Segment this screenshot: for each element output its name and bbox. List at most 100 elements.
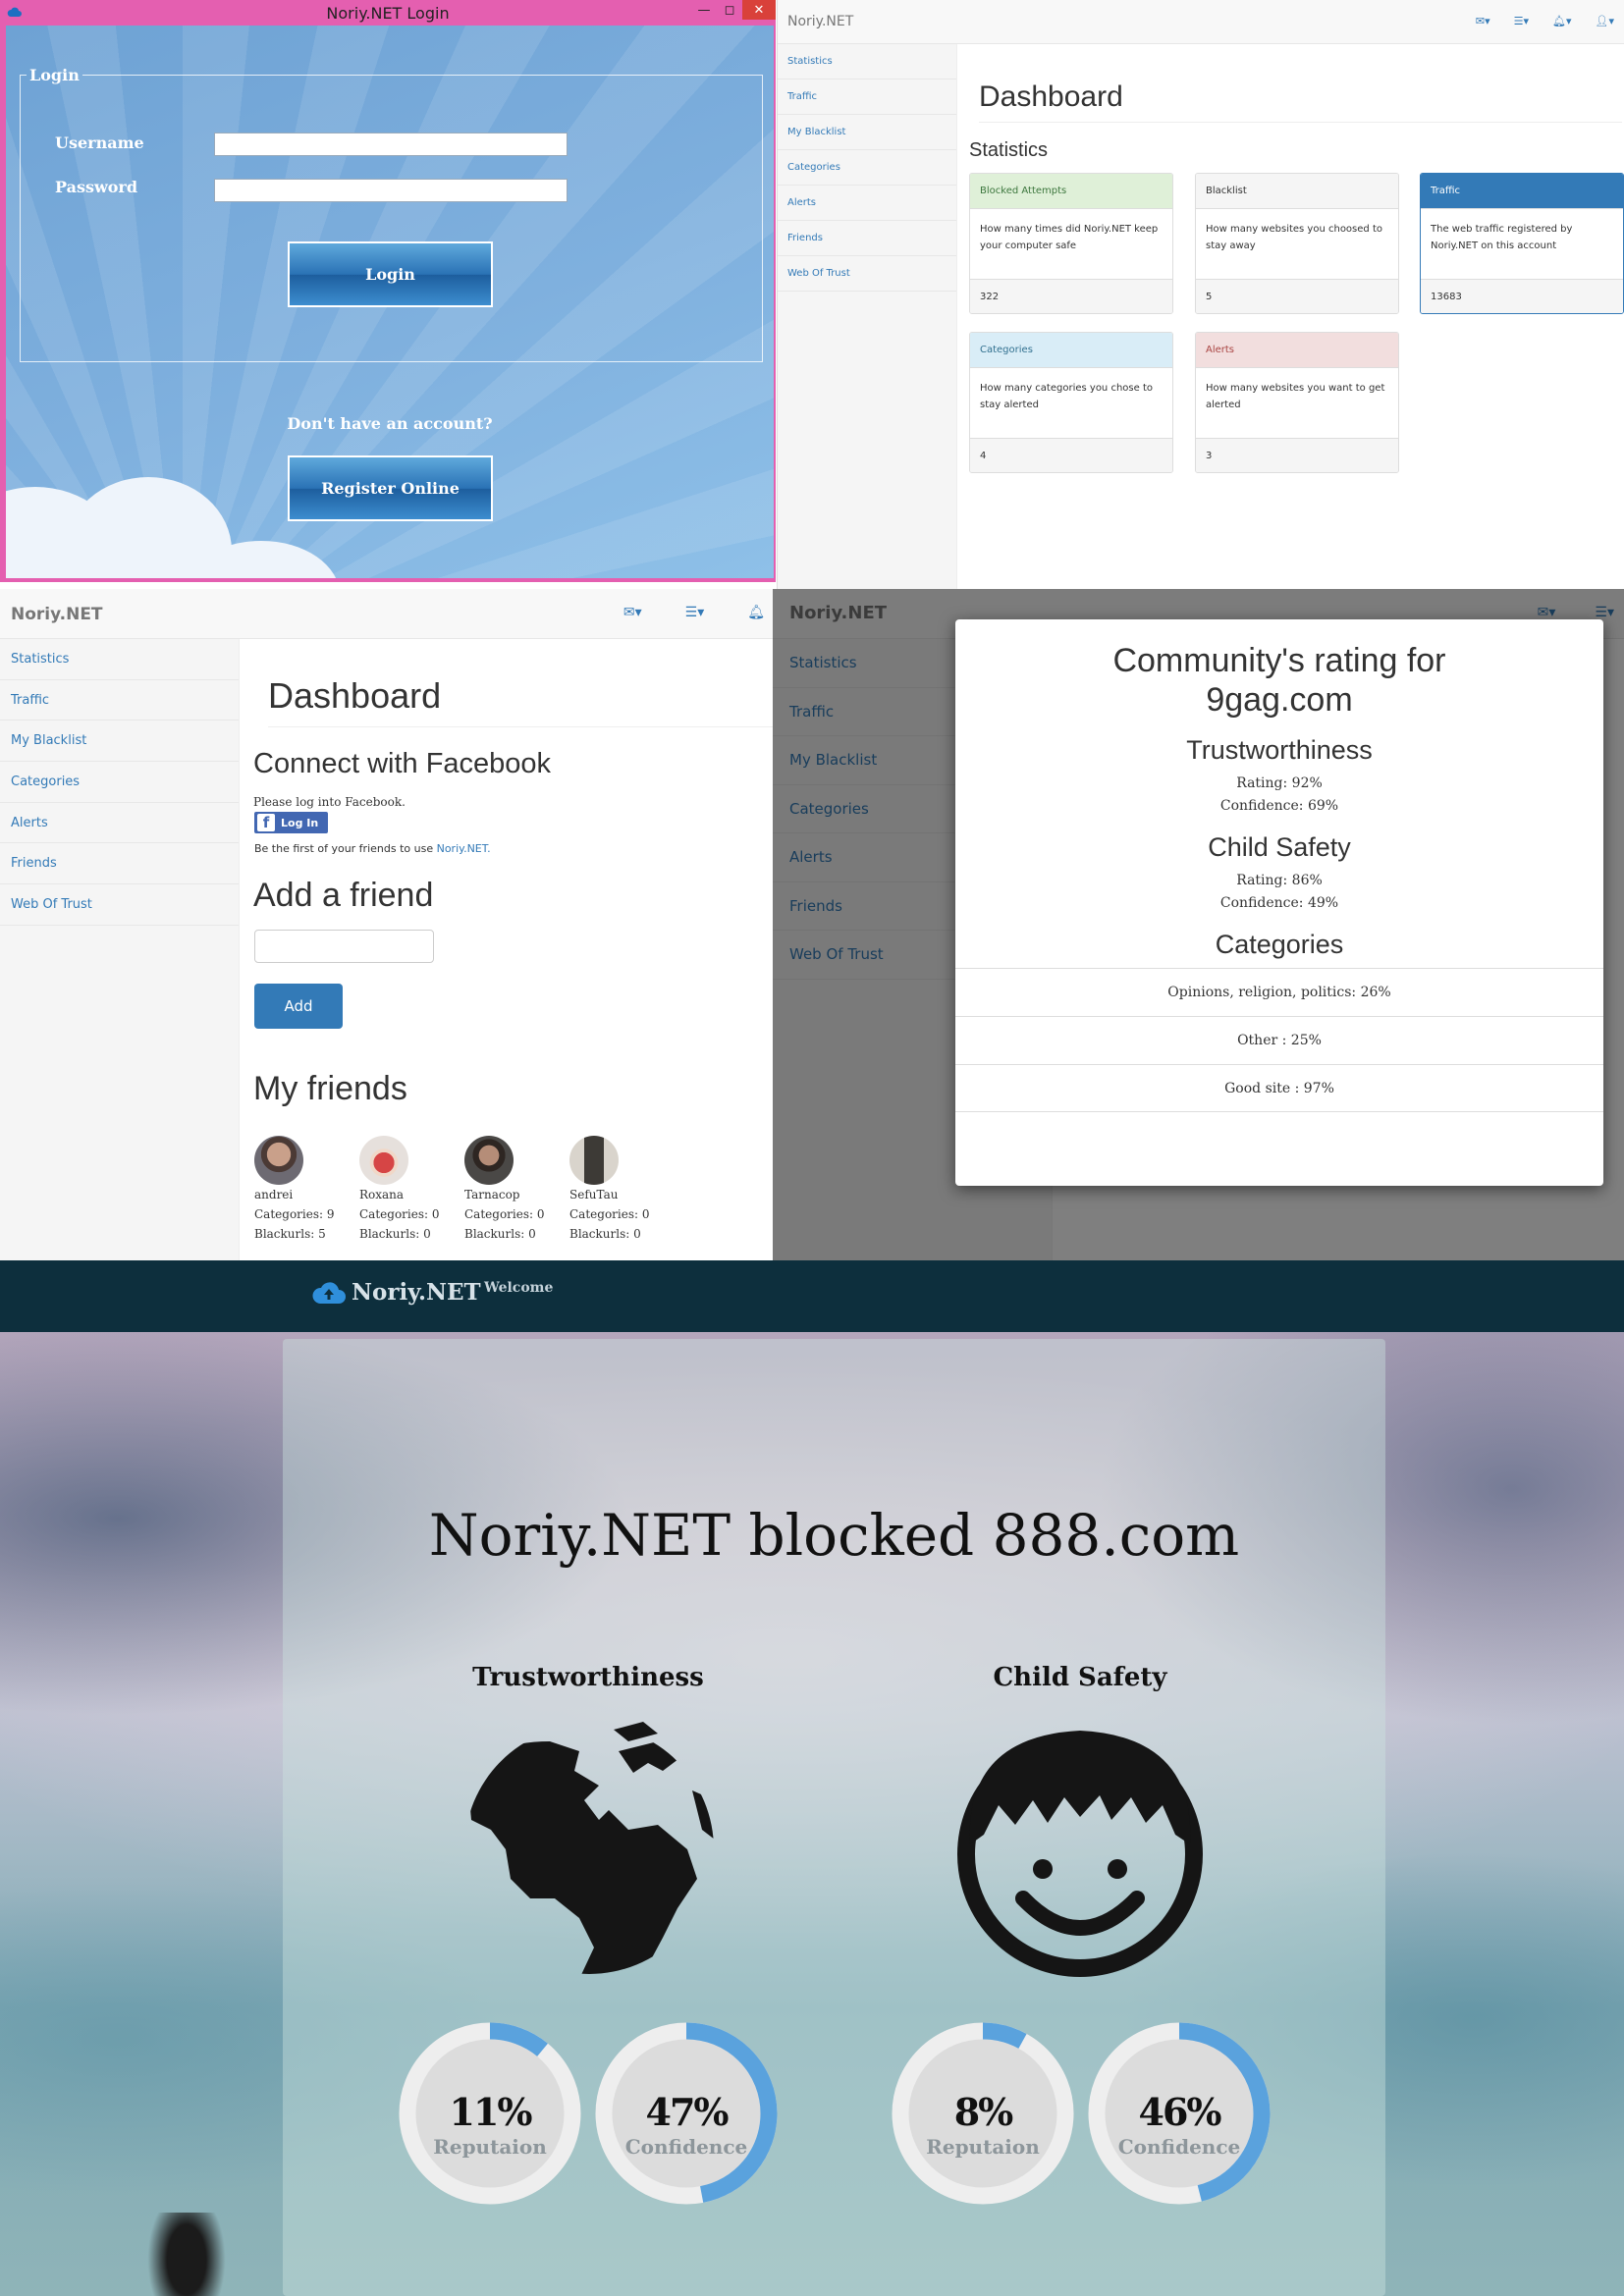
modal-title-domain: 9gag.com: [1206, 681, 1353, 719]
divider: [268, 726, 773, 727]
password-input[interactable]: [214, 179, 568, 202]
facebook-prompt: Please log into Facebook.: [253, 795, 406, 809]
friend-name: Tarnacop: [464, 1188, 520, 1201]
sidebar-item-categories[interactable]: Categories: [0, 762, 239, 803]
envelope-icon[interactable]: ✉▾: [1476, 15, 1490, 27]
navbar: Noriy.NET ✉▾ ☰▾ 🔔︎▾ 👤︎▾: [778, 0, 1624, 44]
friend-card[interactable]: andrei Categories: 9 Blackurls: 5: [254, 1136, 352, 1244]
close-button[interactable]: ✕: [742, 0, 776, 20]
stat-panel-body: The web traffic registered by Noriy.NET …: [1431, 224, 1573, 251]
register-online-button[interactable]: Register Online: [288, 455, 493, 521]
sidebar: Statistics Traffic My Blacklist Categori…: [0, 639, 240, 1260]
maximize-button[interactable]: ◻: [717, 0, 742, 20]
minimize-button[interactable]: —: [691, 0, 717, 20]
child-safety-heading: Child Safety: [1208, 832, 1351, 862]
logo[interactable]: Noriy.NET: [312, 1279, 481, 1306]
tasks-icon[interactable]: ☰▾: [685, 605, 705, 620]
stat-panel-body: How many websites you choosed to stay aw…: [1206, 224, 1382, 251]
gauge-label: Confidence: [624, 2135, 748, 2159]
sidebar-item-statistics[interactable]: Statistics: [778, 44, 956, 80]
nav-welcome[interactable]: Welcome: [484, 1280, 553, 1296]
brand[interactable]: Noriy.NET: [787, 14, 853, 29]
divider: [979, 122, 1622, 123]
stat-panel-value: 5: [1196, 279, 1398, 313]
avatar: [569, 1136, 619, 1185]
bell-icon[interactable]: 🔔︎: [747, 605, 765, 620]
gauge-label: Reputaion: [926, 2135, 1040, 2159]
first-friends-text: Be the first of your friends to use Nori…: [254, 842, 491, 855]
friend-categories: Categories: 9: [254, 1207, 335, 1221]
blocked-headline: Noriy.NET blocked 888.com: [428, 1502, 1240, 1569]
first-friends-label: Be the first of your friends to use: [254, 842, 434, 855]
facebook-icon: f: [257, 814, 275, 831]
stat-panel-body: How many categories you chose to stay al…: [980, 383, 1153, 410]
trustworthiness-title: Trustworthiness: [472, 1663, 704, 1692]
friend-categories: Categories: 0: [464, 1207, 545, 1221]
gauge-child-reputation: 8% Reputaion: [892, 2002, 1074, 2225]
categories-heading: Categories: [1215, 930, 1344, 959]
user-icon[interactable]: 👤︎▾: [1596, 15, 1615, 27]
gauge-value: 8%: [953, 2090, 1014, 2134]
sidebar-item-my-blacklist[interactable]: My Blacklist: [0, 721, 239, 763]
friend-name: Roxana: [359, 1188, 405, 1201]
stat-panel-value: 13683: [1421, 279, 1623, 313]
friend-card[interactable]: SefuTau Categories: 0 Blackurls: 0: [569, 1136, 668, 1244]
stat-panel-heading: Blacklist: [1196, 174, 1398, 209]
stat-panel-blocked-attempts: Blocked Attempts How many times did Nori…: [969, 173, 1173, 314]
sidebar-item-web-of-trust[interactable]: Web Of Trust: [0, 884, 239, 926]
noriy-link[interactable]: Noriy.NET.: [437, 842, 491, 855]
page-title: Dashboard: [268, 675, 442, 716]
tasks-icon[interactable]: ☰▾: [1514, 15, 1529, 27]
stat-panel-value: 322: [970, 279, 1172, 313]
gauge-trust-confidence: 47% Confidence: [595, 2002, 778, 2225]
modal-title-line1: Community's rating for: [1112, 642, 1446, 679]
facebook-login-button[interactable]: f Log In: [254, 812, 328, 833]
friend-card[interactable]: Roxana Categories: 0 Blackurls: 0: [359, 1136, 458, 1244]
sidebar-item-friends[interactable]: Friends: [778, 221, 956, 256]
stat-panel-heading: Categories: [970, 333, 1172, 368]
sidebar-item-friends[interactable]: Friends: [0, 843, 239, 885]
avatar: [464, 1136, 514, 1185]
sidebar-item-traffic[interactable]: Traffic: [0, 680, 239, 721]
brand[interactable]: Noriy.NET: [11, 605, 103, 624]
gauge-value: 11%: [449, 2090, 533, 2134]
sidebar-item-web-of-trust[interactable]: Web Of Trust: [778, 256, 956, 292]
person-silhouette: [147, 2213, 226, 2296]
child-confidence: Confidence: 49%: [1219, 895, 1339, 911]
sidebar-item-my-blacklist[interactable]: My Blacklist: [778, 115, 956, 150]
friend-blackurls: Blackurls: 0: [569, 1227, 641, 1241]
page-title: Dashboard: [979, 80, 1123, 113]
sidebar-item-alerts[interactable]: Alerts: [778, 186, 956, 221]
stat-panel-heading: Blocked Attempts: [970, 174, 1172, 209]
rating-modal-screen: Noriy.NET ✉▾ ☰▾ Statistics Traffic My Bl…: [773, 589, 1624, 1260]
category-item: Opinions, religion, politics: 26%: [955, 968, 1603, 1016]
facebook-section-title: Connect with Facebook: [253, 748, 552, 779]
no-account-text: Don't have an account?: [287, 414, 493, 433]
sidebar-item-traffic[interactable]: Traffic: [778, 80, 956, 115]
navbar: Noriy.NET ✉▾ ☰▾ 🔔︎: [0, 589, 773, 639]
trust-rating: Rating: 92%: [1236, 775, 1323, 791]
envelope-icon[interactable]: ✉▾: [623, 605, 642, 620]
friend-card[interactable]: Tarnacop Categories: 0 Blackurls: 0: [464, 1136, 563, 1244]
sidebar-item-categories[interactable]: Categories: [778, 150, 956, 186]
globe-icon: [466, 1722, 714, 1974]
rating-modal: Community's rating for 9gag.com Trustwor…: [955, 619, 1603, 1186]
login-window-titlebar: Noriy.NET Login — ◻ ✕: [0, 0, 776, 26]
stat-panel-value: 4: [970, 438, 1172, 472]
password-label: Password: [55, 178, 138, 196]
navbar-icons: ✉▾ ☰▾ 🔔︎: [623, 605, 765, 620]
stat-panel-alerts: Alerts How many websites you want to get…: [1195, 332, 1399, 473]
add-friend-input[interactable]: [254, 930, 434, 963]
sidebar-item-statistics[interactable]: Statistics: [0, 639, 239, 680]
stat-panel-body: How many websites you want to get alerte…: [1206, 383, 1385, 410]
username-input[interactable]: [214, 133, 568, 156]
friend-blackurls: Blackurls: 0: [464, 1227, 536, 1241]
statistics-dashboard: Noriy.NET ✉▾ ☰▾ 🔔︎▾ 👤︎▾ Statistics Traff…: [777, 0, 1624, 589]
friend-blackurls: Blackurls: 0: [359, 1227, 431, 1241]
login-button[interactable]: Login: [288, 241, 493, 307]
sidebar-item-alerts[interactable]: Alerts: [0, 803, 239, 844]
bell-icon[interactable]: 🔔︎▾: [1552, 15, 1572, 27]
add-friend-button[interactable]: Add: [254, 984, 343, 1029]
child-face-icon: [957, 1731, 1203, 1977]
stat-panel-heading: Traffic: [1421, 174, 1623, 209]
